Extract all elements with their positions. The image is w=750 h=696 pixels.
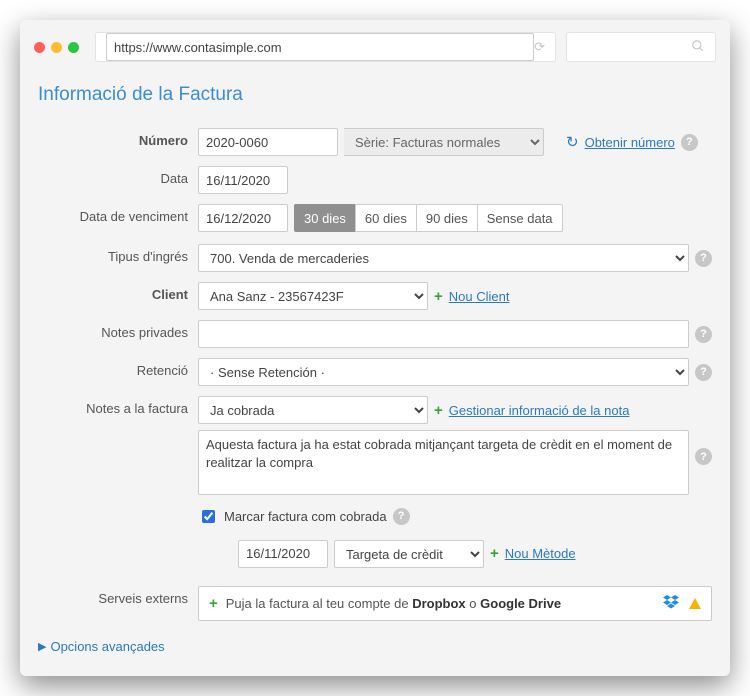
due-30-button[interactable]: 30 dies bbox=[294, 204, 356, 232]
help-icon[interactable]: ? bbox=[695, 364, 712, 381]
label-numero: Número bbox=[38, 128, 198, 148]
numero-input[interactable] bbox=[198, 128, 338, 156]
help-icon[interactable]: ? bbox=[695, 326, 712, 343]
gestionar-nota-link[interactable]: + Gestionar informació de la nota bbox=[434, 403, 629, 418]
due-preset-group: 30 dies 60 dies 90 dies Sense data bbox=[294, 204, 563, 232]
browser-chrome: ⟳ bbox=[20, 20, 730, 72]
min-dot[interactable] bbox=[51, 42, 62, 53]
serveis-text: Puja la factura al teu compte de Dropbox… bbox=[226, 596, 561, 611]
opcions-avancades-toggle[interactable]: ▶ Opcions avançades bbox=[38, 639, 712, 654]
serveis-externs-box[interactable]: + Puja la factura al teu compte de Dropb… bbox=[198, 586, 712, 621]
cobrada-label: Marcar factura com cobrada bbox=[224, 509, 387, 524]
sync-icon[interactable]: ↻ bbox=[566, 133, 579, 151]
cobrada-checkbox[interactable] bbox=[202, 510, 215, 523]
form-panel: Informació de la Factura Número Sèrie: F… bbox=[20, 72, 730, 676]
search-icon bbox=[691, 39, 705, 56]
help-icon[interactable]: ? bbox=[393, 508, 410, 525]
plus-icon: + bbox=[209, 596, 218, 611]
max-dot[interactable] bbox=[68, 42, 79, 53]
tipus-select[interactable]: 700. Venda de mercaderies bbox=[198, 244, 689, 272]
search-box[interactable] bbox=[566, 32, 716, 62]
dropbox-icon bbox=[663, 595, 679, 612]
nou-metode-link[interactable]: + Nou Mètode bbox=[490, 546, 576, 561]
close-dot[interactable] bbox=[34, 42, 45, 53]
page-title: Informació de la Factura bbox=[38, 84, 712, 106]
notes-privades-input[interactable] bbox=[198, 320, 689, 348]
label-retencio: Retenció bbox=[38, 358, 198, 378]
cobrada-date-input[interactable] bbox=[238, 540, 328, 568]
due-none-button[interactable]: Sense data bbox=[477, 204, 563, 232]
label-data: Data bbox=[38, 166, 198, 186]
plus-icon: + bbox=[434, 289, 443, 304]
chevron-right-icon: ▶ bbox=[38, 640, 46, 653]
refresh-icon[interactable]: ⟳ bbox=[534, 39, 545, 55]
help-icon[interactable]: ? bbox=[695, 448, 712, 465]
app-window: ⟳ Informació de la Factura Número Sèrie:… bbox=[20, 20, 730, 676]
label-serveis: Serveis externs bbox=[38, 586, 198, 606]
obtenir-numero-link[interactable]: Obtenir número bbox=[585, 135, 675, 150]
due-90-button[interactable]: 90 dies bbox=[416, 204, 478, 232]
help-icon[interactable]: ? bbox=[681, 134, 698, 151]
due-60-button[interactable]: 60 dies bbox=[355, 204, 417, 232]
google-drive-icon bbox=[689, 598, 701, 609]
serie-select[interactable]: Sèrie: Facturas normales bbox=[344, 128, 544, 156]
venciment-input[interactable] bbox=[198, 204, 288, 232]
label-tipus: Tipus d'ingrés bbox=[38, 244, 198, 264]
help-icon[interactable]: ? bbox=[695, 250, 712, 267]
metode-select[interactable]: Targeta de crèdit bbox=[334, 540, 484, 568]
retencio-select[interactable]: · Sense Retención · bbox=[198, 358, 689, 386]
address-bar[interactable]: ⟳ bbox=[95, 32, 556, 62]
label-venciment: Data de venciment bbox=[38, 204, 198, 224]
window-controls bbox=[34, 42, 79, 53]
client-select[interactable]: Ana Sanz - 23567423F bbox=[198, 282, 428, 310]
label-notes-priv: Notes privades bbox=[38, 320, 198, 340]
data-input[interactable] bbox=[198, 166, 288, 194]
nota-textarea[interactable]: Aquesta factura ja ha estat cobrada mitj… bbox=[198, 430, 689, 495]
url-input[interactable] bbox=[106, 33, 534, 61]
nota-select[interactable]: Ja cobrada bbox=[198, 396, 428, 424]
label-notes-fact: Notes a la factura bbox=[38, 396, 198, 416]
nou-client-link[interactable]: + Nou Client bbox=[434, 289, 509, 304]
plus-icon: + bbox=[434, 403, 443, 418]
plus-icon: + bbox=[490, 546, 499, 561]
label-client: Client bbox=[38, 282, 198, 302]
